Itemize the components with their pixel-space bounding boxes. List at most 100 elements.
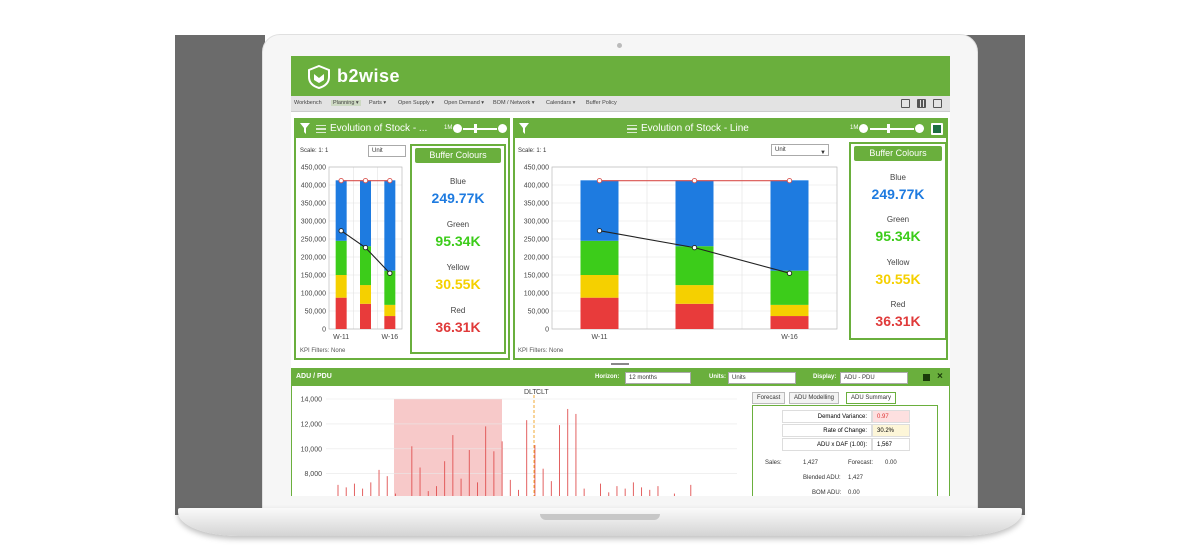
forecast-label: Forecast: xyxy=(848,460,874,466)
on-hand-point xyxy=(362,244,369,251)
y-tick-label: 50,000 xyxy=(305,309,327,316)
rate-of-change-label: Rate of Change: xyxy=(782,424,872,437)
bar-segment-blue xyxy=(360,180,371,247)
zoom-in-icon[interactable] xyxy=(915,124,924,133)
units-label: Units: xyxy=(709,374,726,380)
document-icon[interactable] xyxy=(933,99,942,108)
sales-label: Sales: xyxy=(765,460,782,466)
panel-splitter-handle[interactable] xyxy=(611,363,629,365)
horizon-select[interactable]: 12 months xyxy=(625,372,691,384)
bom-adu-value: 0.00 xyxy=(848,490,860,496)
clt-marker-label: CLT xyxy=(536,389,549,396)
display-select[interactable]: ADU - PDU xyxy=(840,372,908,384)
legend-yellow-value: 30.55K xyxy=(875,271,921,287)
bar-segment-blue xyxy=(384,180,396,271)
menu-open-supply[interactable]: Open Supply ▾ xyxy=(398,100,434,106)
bar-segment-yellow xyxy=(580,275,619,298)
tab-forecast[interactable]: Forecast xyxy=(752,392,786,404)
buffer-legend-left: Buffer Colours Blue 249.77K Green 95.34K… xyxy=(410,144,506,354)
close-icon[interactable]: × xyxy=(937,371,943,382)
y-tick-label: 0 xyxy=(545,327,549,334)
menu-open-demand[interactable]: Open Demand ▾ xyxy=(444,100,484,106)
buffer-top-point xyxy=(387,178,393,184)
demand-variance-label: Demand Variance: xyxy=(782,410,872,423)
bar-segment-red xyxy=(360,303,371,329)
legend-blue-value: 249.77K xyxy=(871,186,925,202)
legend-blue-label: Blue xyxy=(449,177,466,186)
y-tick-label: 200,000 xyxy=(301,255,326,262)
panel-right-title: Evolution of Stock - Line xyxy=(641,123,749,134)
zoom-in-icon[interactable] xyxy=(498,124,507,133)
menu-icon[interactable] xyxy=(316,125,326,133)
grid-icon[interactable] xyxy=(917,99,926,108)
y-tick-label: 400,000 xyxy=(524,183,549,190)
laptop-notch xyxy=(540,514,660,520)
legend-yellow-label: Yellow xyxy=(446,263,470,272)
y-tick-label: 100,000 xyxy=(524,291,549,298)
bar-segment-red xyxy=(335,297,347,329)
legend-green-value: 95.34K xyxy=(435,233,481,249)
legend-title: Buffer Colours xyxy=(415,148,501,163)
bar-segment-red xyxy=(580,297,619,329)
menu-parts[interactable]: Parts ▾ xyxy=(369,100,386,106)
scale-label: Scale: 1: 1 xyxy=(518,148,547,154)
y-tick-label: 400,000 xyxy=(301,183,326,190)
filter-icon[interactable] xyxy=(519,123,529,134)
menu-planning[interactable]: Planning ▾ xyxy=(331,100,361,106)
adu-daf-value: 1,567 xyxy=(872,438,910,451)
zoom-slider[interactable] xyxy=(463,128,497,130)
bar-segment-blue xyxy=(675,180,714,247)
on-hand-point xyxy=(786,270,793,276)
chevron-down-icon[interactable]: ▼ xyxy=(820,150,826,156)
on-hand-point xyxy=(691,244,698,251)
display-label: Display: xyxy=(813,374,837,380)
zoom-slider-handle[interactable] xyxy=(474,124,477,133)
y-tick-label: 450,000 xyxy=(301,165,326,172)
y-tick-label: 200,000 xyxy=(524,255,549,262)
zoom-slider-handle[interactable] xyxy=(887,124,890,133)
x-tick-label: W-11 xyxy=(591,334,607,341)
y-tick-label: 8,000 xyxy=(304,471,322,478)
zoom-out-icon[interactable] xyxy=(453,124,462,133)
legend-yellow-value: 30.55K xyxy=(435,276,481,292)
adu-pdu-header: ADU / PDU Horizon: 12 months Units: Unit… xyxy=(292,369,949,386)
menu-bom-network[interactable]: BOM / Network ▾ xyxy=(493,100,535,106)
stock-chart-right: 0 50,000 100,000 150,000 200,000 250,000 300,0… xyxy=(524,165,838,341)
zoom-slider[interactable] xyxy=(870,128,914,130)
zoom-out-icon[interactable] xyxy=(859,124,868,133)
units-select[interactable]: Units xyxy=(728,372,796,384)
scale-label: Scale: 1: 1 xyxy=(300,148,329,154)
x-tick-label: W-16 xyxy=(382,334,399,341)
adu-pdu-chart: 6,0008,00010,00012,00014,000DLTCLT xyxy=(301,389,737,496)
adu-tabs: Forecast ADU Modelling ADU Summary xyxy=(752,391,942,405)
blended-adu-label: Blended ADU: xyxy=(803,475,841,481)
tab-adu-summary[interactable]: ADU Summary xyxy=(846,392,897,404)
shield-logo-icon xyxy=(308,65,330,89)
y-tick-label: 250,000 xyxy=(524,237,549,244)
bar-segment-yellow xyxy=(675,285,714,304)
unit-select[interactable]: Unit xyxy=(368,145,406,157)
main-menu: Workbench Planning ▾ Parts ▾ Open Supply… xyxy=(291,96,950,112)
menu-buffer-policy[interactable]: Buffer Policy xyxy=(586,100,617,106)
menu-workbench[interactable]: Workbench xyxy=(294,100,322,106)
y-tick-label: 12,000 xyxy=(301,421,323,428)
buffer-legend-right: Buffer Colours Blue 249.77K Green 95.34K… xyxy=(849,142,947,340)
adu-summary-pane: Demand Variance: 0.97 Rate of Change: 30… xyxy=(752,405,938,496)
legend-green-label: Green xyxy=(446,220,470,229)
excel-export-icon[interactable] xyxy=(931,123,943,135)
zoom-label: 1M xyxy=(444,125,453,131)
menu-icon[interactable] xyxy=(627,125,637,133)
stock-panel-left: Evolution of Stock - ... 1M Scale: 1: 1 … xyxy=(294,118,510,360)
bar-segment-red xyxy=(384,316,396,329)
y-tick-label: 150,000 xyxy=(301,273,326,280)
save-icon[interactable] xyxy=(923,374,930,381)
bar-segment-green xyxy=(335,240,347,275)
webcam xyxy=(617,43,622,48)
backdrop-shadow-left xyxy=(175,35,265,515)
buffer-top-point xyxy=(691,178,698,184)
menu-calendars[interactable]: Calendars ▾ xyxy=(546,100,575,106)
bar-segment-green xyxy=(675,246,714,286)
edit-icon[interactable] xyxy=(901,99,910,108)
filter-icon[interactable] xyxy=(300,123,310,134)
tab-adu-modelling[interactable]: ADU Modelling xyxy=(789,392,840,404)
